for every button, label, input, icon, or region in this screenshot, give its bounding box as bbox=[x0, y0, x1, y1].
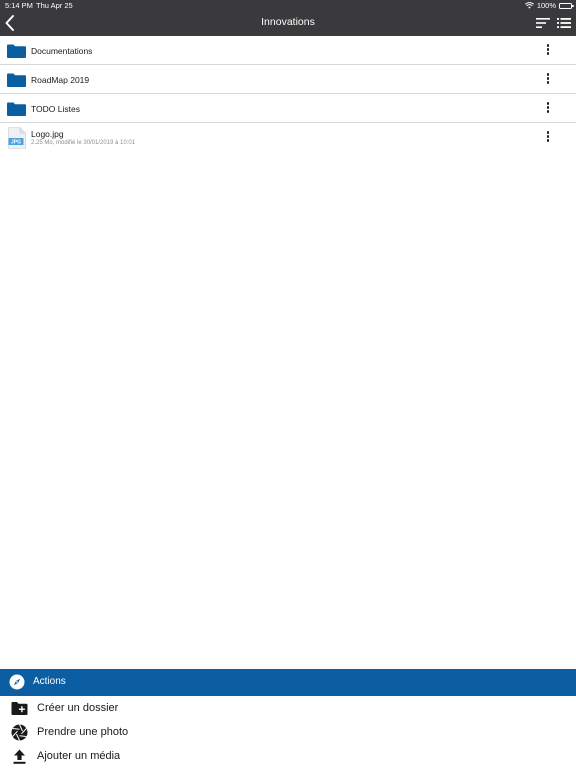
navigation-bar: Innovations bbox=[0, 11, 576, 36]
item-name: RoadMap 2019 bbox=[31, 75, 90, 85]
file-list: Documentations RoadMap 2019 TODO Listes … bbox=[0, 36, 576, 153]
more-options-icon[interactable] bbox=[545, 44, 551, 57]
action-label: Ajouter un média bbox=[37, 750, 121, 762]
item-meta: 2.25 Mo, modifié le 30/01/2019 à 10:01 bbox=[31, 140, 136, 146]
more-options-icon[interactable] bbox=[545, 131, 551, 144]
top-bar: 5:14 PM Thu Apr 25 100% Innovations bbox=[0, 0, 576, 36]
page-title: Innovations bbox=[261, 16, 315, 28]
status-time: 5:14 PM bbox=[5, 1, 33, 10]
action-label: Créer un dossier bbox=[37, 702, 119, 714]
item-name: Logo.jpg bbox=[31, 129, 64, 139]
create-folder-action[interactable]: Créer un dossier bbox=[0, 697, 576, 721]
compass-icon bbox=[9, 674, 25, 690]
file-type-badge: JPG bbox=[11, 140, 21, 146]
camera-aperture-icon bbox=[11, 724, 28, 741]
item-name: TODO Listes bbox=[31, 104, 80, 114]
file-row[interactable]: JPG Logo.jpg 2.25 Mo, modifié le 30/01/2… bbox=[0, 123, 576, 153]
status-date: Thu Apr 25 bbox=[36, 1, 73, 10]
wifi-icon bbox=[524, 2, 534, 9]
more-options-icon[interactable] bbox=[545, 102, 551, 115]
take-photo-action[interactable]: Prendre une photo bbox=[0, 721, 576, 745]
sort-icon[interactable] bbox=[535, 17, 551, 29]
battery-icon bbox=[559, 2, 574, 9]
folder-row[interactable]: Documentations bbox=[0, 36, 576, 65]
folder-row[interactable]: RoadMap 2019 bbox=[0, 65, 576, 94]
folder-icon bbox=[7, 102, 26, 116]
actions-title: Actions bbox=[33, 676, 66, 687]
new-folder-icon bbox=[11, 702, 28, 715]
add-media-action[interactable]: Ajouter un média bbox=[0, 745, 576, 768]
more-options-icon[interactable] bbox=[545, 73, 551, 86]
folder-icon bbox=[7, 73, 26, 87]
list-view-icon[interactable] bbox=[556, 17, 572, 29]
item-name: Documentations bbox=[31, 46, 93, 56]
action-label: Prendre une photo bbox=[37, 726, 129, 738]
upload-icon bbox=[13, 749, 26, 764]
status-right: 100% bbox=[524, 1, 574, 10]
jpg-file-icon: JPG bbox=[8, 127, 26, 149]
battery-percent: 100% bbox=[536, 1, 556, 10]
actions-header[interactable]: Actions bbox=[0, 669, 576, 696]
folder-row[interactable]: TODO Listes bbox=[0, 94, 576, 123]
status-bar: 5:14 PM Thu Apr 25 100% bbox=[0, 0, 576, 11]
folder-icon bbox=[7, 44, 26, 58]
